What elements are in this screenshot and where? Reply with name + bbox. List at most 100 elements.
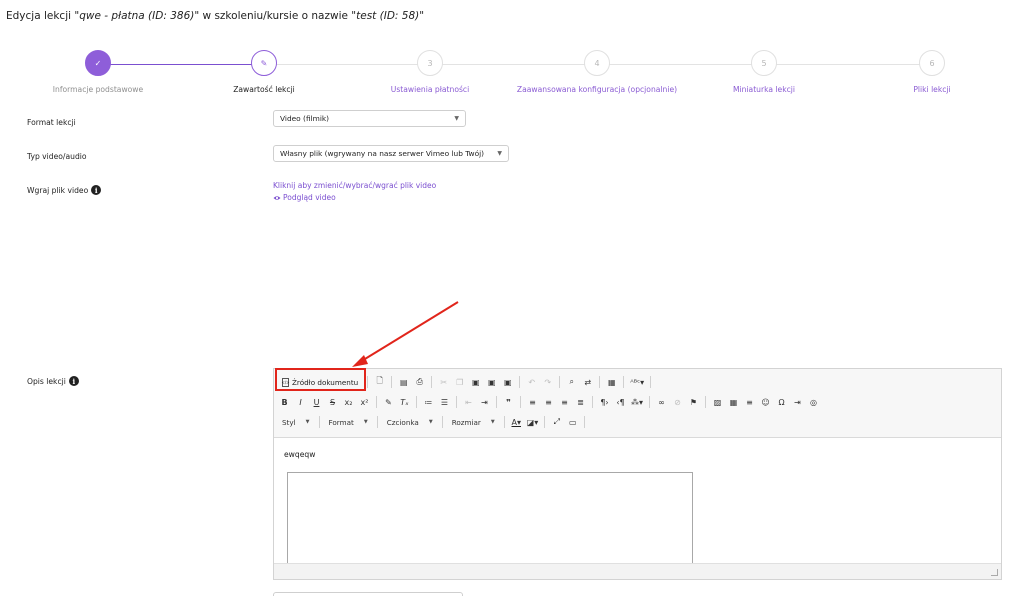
find-icon[interactable]: ⌕ bbox=[565, 375, 578, 390]
blockquote-icon[interactable]: ❞ bbox=[502, 395, 515, 410]
page-title: Edycja lekcji "qwe - płatna (ID: 386)" w… bbox=[6, 10, 425, 22]
paste-text-icon[interactable]: ▣ bbox=[485, 375, 498, 390]
horizontal-line-icon[interactable]: ≡ bbox=[743, 395, 756, 410]
format-dropdown[interactable]: Format ▼ bbox=[325, 418, 372, 427]
step-advanced-config[interactable]: 4 Zaawansowana konfiguracja (opcjonalnie… bbox=[507, 50, 687, 94]
pencil-icon: ✎ bbox=[251, 50, 277, 76]
rich-text-editor: </> Źródło dokumentu 🗋 ▤ ⎙ ✂ ❐ ▣ ▣ ▣ ↶ ↷ … bbox=[273, 368, 1002, 580]
chevron-down-icon: ▼ bbox=[428, 419, 433, 425]
step-number: 5 bbox=[751, 50, 777, 76]
chevron-down-icon: ▼ bbox=[305, 419, 310, 425]
print-icon[interactable]: ⎙ bbox=[413, 375, 426, 390]
anchor-icon[interactable]: ⚑ bbox=[687, 395, 700, 410]
superscript-icon[interactable]: x² bbox=[358, 395, 371, 410]
chevron-down-icon: ▼ bbox=[363, 419, 368, 425]
type-select[interactable]: Własny plik (wgrywany na nasz serwer Vim… bbox=[273, 145, 509, 162]
new-page-icon[interactable]: 🗋 bbox=[373, 375, 386, 390]
italic-icon[interactable]: I bbox=[294, 395, 307, 410]
editor-toolbar: </> Źródło dokumentu 🗋 ▤ ⎙ ✂ ❐ ▣ ▣ ▣ ↶ ↷ … bbox=[274, 369, 1001, 438]
subscript-icon[interactable]: x₂ bbox=[342, 395, 355, 410]
upload-label: Wgraj plik video i bbox=[27, 185, 102, 195]
link-icon[interactable]: ∞ bbox=[655, 395, 668, 410]
chevron-down-icon: ▼ bbox=[454, 115, 459, 122]
maximize-icon[interactable]: ⤢ bbox=[550, 415, 563, 430]
spellcheck-icon[interactable]: ᴬᴮᶜ▾ bbox=[629, 375, 645, 390]
step-label: Miniaturka lekcji bbox=[732, 85, 796, 94]
editor-content[interactable]: ewqeqw bbox=[274, 438, 1001, 578]
format-select[interactable]: Video (filmik) ▼ bbox=[273, 110, 466, 127]
step-label: Zaawansowana konfiguracja (opcjonalnie) bbox=[516, 85, 678, 94]
step-number: 3 bbox=[417, 50, 443, 76]
step-label: Informacje podstawowe bbox=[52, 85, 144, 94]
background-color-icon[interactable]: ◪▾ bbox=[526, 415, 540, 430]
source-icon: </> bbox=[281, 377, 290, 387]
iframe-icon[interactable]: ◎ bbox=[807, 395, 820, 410]
eye-icon bbox=[273, 196, 281, 200]
step-number: 6 bbox=[919, 50, 945, 76]
unlink-icon[interactable]: ⊘ bbox=[671, 395, 684, 410]
numbered-list-icon[interactable]: ≔ bbox=[422, 395, 435, 410]
style-dropdown[interactable]: Styl ▼ bbox=[278, 418, 314, 427]
align-center-icon[interactable]: ≡ bbox=[542, 395, 555, 410]
outdent-icon[interactable]: ⇤ bbox=[462, 395, 475, 410]
align-right-icon[interactable]: ≡ bbox=[558, 395, 571, 410]
preview-video-link[interactable]: Podgląd video bbox=[273, 193, 336, 202]
replace-icon[interactable]: ⇄ bbox=[581, 375, 594, 390]
paste-icon[interactable]: ▣ bbox=[469, 375, 482, 390]
table-icon[interactable]: ▦ bbox=[727, 395, 740, 410]
check-icon: ✓ bbox=[85, 50, 111, 76]
select-all-icon[interactable]: ▦ bbox=[605, 375, 618, 390]
step-thumbnail[interactable]: 5 Miniaturka lekcji bbox=[674, 50, 854, 94]
change-video-link[interactable]: Kliknij aby zmienić/wybrać/wgrać plik vi… bbox=[273, 181, 436, 190]
preview-icon[interactable]: ▤ bbox=[397, 375, 410, 390]
align-left-icon[interactable]: ≡ bbox=[526, 395, 539, 410]
strikethrough-icon[interactable]: S bbox=[326, 395, 339, 410]
lesson-name: qwe - płatna (ID: 386) bbox=[79, 10, 195, 22]
indent-icon[interactable]: ⇥ bbox=[478, 395, 491, 410]
show-blocks-icon[interactable]: ▭ bbox=[566, 415, 579, 430]
editor-statusbar bbox=[274, 563, 1001, 579]
step-label: Pliki lekcji bbox=[913, 85, 951, 94]
step-payment-settings[interactable]: 3 Ustawienia płatności bbox=[340, 50, 520, 94]
step-lesson-content[interactable]: ✎ Zawartość lekcji bbox=[174, 50, 354, 94]
cut-icon[interactable]: ✂ bbox=[437, 375, 450, 390]
wizard-stepper: ✓ Informacje podstawowe ✎ Zawartość lekc… bbox=[0, 50, 1024, 100]
step-lesson-files[interactable]: 6 Pliki lekcji bbox=[842, 50, 1022, 94]
source-button[interactable]: </> Źródło dokumentu bbox=[278, 375, 362, 390]
chevron-down-icon: ▼ bbox=[497, 150, 502, 157]
language-icon[interactable]: ⁂▾ bbox=[630, 395, 644, 410]
type-label: Typ video/audio bbox=[27, 152, 87, 161]
undo-icon[interactable]: ↶ bbox=[525, 375, 538, 390]
copy-format-icon[interactable]: ✎ bbox=[382, 395, 395, 410]
justify-icon[interactable]: ≣ bbox=[574, 395, 587, 410]
ltr-icon[interactable]: ¶› bbox=[598, 395, 611, 410]
image-icon[interactable]: ▨ bbox=[711, 395, 724, 410]
size-dropdown[interactable]: Rozmiar ▼ bbox=[448, 418, 499, 427]
step-basic-info[interactable]: ✓ Informacje podstawowe bbox=[8, 50, 188, 94]
paste-word-icon[interactable]: ▣ bbox=[501, 375, 514, 390]
bold-icon[interactable]: B bbox=[278, 395, 291, 410]
chevron-down-icon: ▼ bbox=[490, 419, 495, 425]
underline-icon[interactable]: U bbox=[310, 395, 323, 410]
format-label: Format lekcji bbox=[27, 118, 76, 127]
page-break-icon[interactable]: ⇥ bbox=[791, 395, 804, 410]
info-icon[interactable]: i bbox=[91, 185, 102, 195]
rtl-icon[interactable]: ‹¶ bbox=[614, 395, 627, 410]
bulleted-list-icon[interactable]: ☰ bbox=[438, 395, 451, 410]
font-dropdown[interactable]: Czcionka ▼ bbox=[383, 418, 437, 427]
step-label: Ustawienia płatności bbox=[390, 85, 470, 94]
step-number: 4 bbox=[584, 50, 610, 76]
course-name: test (ID: 58) bbox=[356, 10, 420, 22]
smiley-icon[interactable]: ☺ bbox=[759, 395, 772, 410]
redo-icon[interactable]: ↷ bbox=[541, 375, 554, 390]
info-icon[interactable]: i bbox=[68, 376, 79, 386]
text-color-icon[interactable]: A▾ bbox=[510, 415, 523, 430]
resize-handle-icon[interactable] bbox=[991, 569, 998, 576]
editor-text: ewqeqw bbox=[284, 450, 316, 459]
step-label: Zawartość lekcji bbox=[233, 85, 295, 94]
copy-icon[interactable]: ❐ bbox=[453, 375, 466, 390]
remove-format-icon[interactable]: Tₓ bbox=[398, 395, 411, 410]
next-field[interactable] bbox=[273, 592, 463, 596]
description-label: Opis lekcji i bbox=[27, 376, 79, 386]
special-char-icon[interactable]: Ω bbox=[775, 395, 788, 410]
